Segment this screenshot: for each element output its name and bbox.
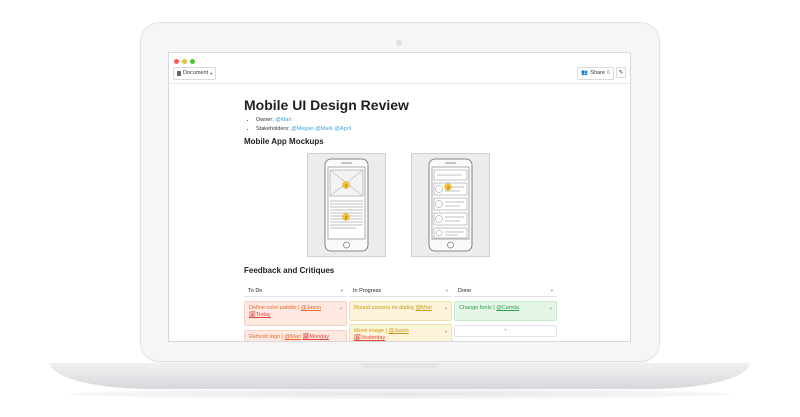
document-icon [177,71,181,76]
card-title: Refresh logo | [249,334,285,340]
card-assignee[interactable]: @Mari [285,334,301,340]
meta-list: Owner: @Mari Stakeholders: @Megan @Mark … [244,116,564,134]
column-header-in-progress[interactable]: In Progress ▾ [349,285,452,297]
camera [396,40,402,46]
add-icon: + [503,328,508,334]
page-title: Mobile UI Design Review [244,97,409,113]
owner-label: Owner: [256,117,274,123]
task-card[interactable]: Define color palette | @Jason 🗓Today ▾ [244,301,347,326]
chevron-down-icon[interactable]: ▾ [550,305,552,312]
edit-button[interactable]: ✎ [616,67,626,78]
comment-marker-1[interactable]: 1 [342,181,350,189]
column-label: Done [458,288,472,294]
card-assignee[interactable]: @Mari [415,305,431,311]
task-card[interactable]: Change fonts | @Camila ▾ [454,301,557,321]
laptop-notch [360,363,440,368]
close-window-button[interactable] [174,59,179,64]
task-card[interactable]: Refresh logo | @Mari 🗓Monday [244,330,347,341]
owner-mention[interactable]: @Mari [275,117,291,123]
card-title: Define color palette | [249,305,301,311]
chevron-down-icon[interactable]: ▾ [446,285,448,297]
card-assignee[interactable]: @Jason [388,328,408,334]
edit-icon: ✎ [618,70,624,76]
people-icon: 👥 [581,70,589,76]
column-label: In Progress [353,288,382,294]
feedback-heading: Feedback and Critiques [244,266,335,275]
mockup-image-1[interactable]: 1 2 [307,153,386,257]
minimize-window-button[interactable] [182,59,187,64]
phone-wireframe-2: 3 [428,158,473,252]
share-label: Share [590,70,605,76]
card-assignee[interactable]: @Camila [496,305,519,311]
task-card[interactable]: Round corners on dialog @Mari ▾ [349,301,452,321]
laptop-shadow [70,389,730,399]
stakeholders-mentions[interactable]: @Megan @Mark @April [291,126,351,132]
phone-wireframe-1: 1 2 [324,158,369,252]
chevron-down-icon[interactable]: ▾ [340,305,342,312]
chevron-down-icon[interactable]: ▾ [341,285,343,297]
mockups-heading: Mobile App Mockups [244,137,324,146]
column-label: To Do [248,288,263,294]
card-due-date[interactable]: 🗓Monday [302,334,329,340]
card-due-date[interactable]: 🗓Yesterday [354,335,385,341]
owner-line: Owner: @Mari [256,116,564,125]
chevron-down-icon[interactable]: ▾ [551,285,553,297]
card-assignee[interactable]: @Jason [301,305,321,311]
comment-marker-2[interactable]: 2 [342,213,350,221]
card-title: Change fonts | [459,305,497,311]
column-header-todo[interactable]: To Do ▾ [244,285,347,297]
add-card-button[interactable]: + [454,325,557,337]
app-window: Document ▾ 👥 Share 6 ✎ Mobile UI Design … [168,52,631,342]
card-due-date[interactable]: 🗓Today [249,312,271,318]
task-card[interactable]: Move image | @Jason 🗓Yesterday ▾ [349,324,452,341]
column-header-done[interactable]: Done ▾ [454,285,557,297]
document-header: Mobile UI Design Review Owner: @Mari Sta… [244,97,564,134]
stakeholders-line: Stakeholders: @Megan @Mark @April [256,125,564,134]
chevron-down-icon[interactable]: ▾ [445,305,447,312]
chevron-down-icon: ▾ [210,71,213,76]
comment-marker-3[interactable]: 3 [444,183,452,191]
document-menu-button[interactable]: Document ▾ [173,67,217,80]
share-count: 6 [606,70,610,76]
card-title: Round corners on dialog [354,305,416,311]
maximize-window-button[interactable] [190,59,195,64]
chevron-down-icon[interactable]: ▾ [445,328,447,335]
title-bar: Document ▾ 👥 Share 6 ✎ [169,53,630,84]
document-menu-label: Document [183,70,209,76]
card-title: Move image | [354,328,389,334]
share-button[interactable]: 👥 Share 6 [577,67,614,80]
mockup-image-2[interactable]: 3 [411,153,490,257]
stakeholders-label: Stakeholders: [256,126,290,132]
